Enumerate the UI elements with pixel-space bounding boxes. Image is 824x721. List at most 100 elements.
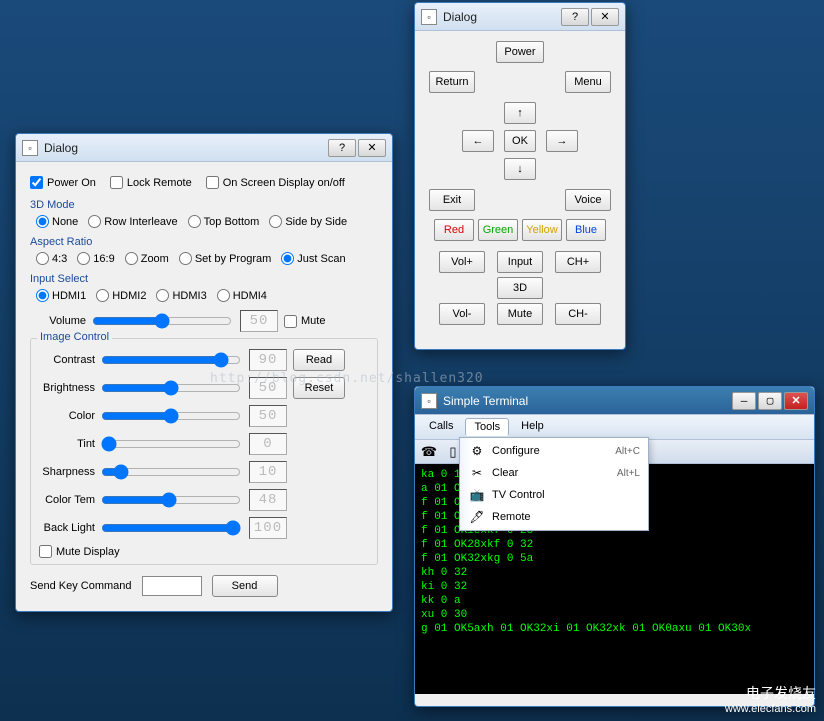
menu-tools[interactable]: Tools <box>465 418 509 436</box>
aspect-group: 4:3 16:9 Zoom Set by Program Just Scan <box>36 252 378 265</box>
broom-icon: ✂ <box>468 465 486 481</box>
simple-terminal-window: ▫ Simple Terminal — ▢ ✕ Calls Tools Help… <box>414 386 815 707</box>
input-hdmi1[interactable]: HDMI1 <box>36 289 86 302</box>
brightness-slider[interactable] <box>101 380 241 396</box>
chup-button[interactable]: CH+ <box>555 251 601 273</box>
osd-checkbox[interactable]: On Screen Display on/off <box>206 176 345 189</box>
aspect-43[interactable]: 4:3 <box>36 252 67 265</box>
lock-remote-checkbox[interactable]: Lock Remote <box>110 176 192 189</box>
up-button[interactable]: ↑ <box>504 102 536 124</box>
voice-button[interactable]: Voice <box>565 189 611 211</box>
input-group: HDMI1 HDMI2 HDMI3 HDMI4 <box>36 289 378 302</box>
mode3d-group: None Row Interleave Top Bottom Side by S… <box>36 215 378 228</box>
power-on-checkbox[interactable]: Power On <box>30 176 96 189</box>
right-button[interactable]: → <box>546 130 578 152</box>
yellow-button[interactable]: Yellow <box>522 219 562 241</box>
input-button[interactable]: Input <box>497 251 543 273</box>
menu-remote[interactable]: 🖋Remote <box>462 506 646 528</box>
remote-body: Power Return Menu ↑ ← OK → ↓ Exit Voice Re… <box>415 31 625 349</box>
aspect-justscan[interactable]: Just Scan <box>281 252 345 265</box>
mode3d-row[interactable]: Row Interleave <box>88 215 177 228</box>
red-button[interactable]: Red <box>434 219 474 241</box>
exit-button[interactable]: Exit <box>429 189 475 211</box>
help-button[interactable]: ? <box>328 139 356 157</box>
mute-button[interactable]: Mute <box>497 303 543 325</box>
3d-button[interactable]: 3D <box>497 277 543 299</box>
blue-button[interactable]: Blue <box>566 219 606 241</box>
menu-calls[interactable]: Calls <box>421 418 461 436</box>
tools-dropdown: ⚙ConfigureAlt+C ✂ClearAlt+L 📺TV Control … <box>459 437 649 531</box>
mode3d-label: 3D Mode <box>30 199 378 211</box>
input-hdmi3[interactable]: HDMI3 <box>156 289 206 302</box>
sharpness-slider[interactable] <box>101 464 241 480</box>
mode3d-topbottom[interactable]: Top Bottom <box>188 215 260 228</box>
backlight-slider[interactable] <box>101 520 241 536</box>
tint-label: Tint <box>39 438 101 450</box>
send-button[interactable]: Send <box>212 575 278 597</box>
contrast-label: Contrast <box>39 354 101 366</box>
left-button[interactable]: ← <box>462 130 494 152</box>
maximize-button[interactable]: ▢ <box>758 392 782 410</box>
colortemp-slider[interactable] <box>101 492 241 508</box>
brightness-value: 50 <box>249 377 287 399</box>
phone-icon[interactable]: ☎ <box>419 442 439 462</box>
reset-button[interactable]: Reset <box>293 377 345 399</box>
sharpness-value: 10 <box>249 461 287 483</box>
power-button[interactable]: Power <box>496 41 544 63</box>
mute-checkbox[interactable]: Mute <box>284 315 325 328</box>
window-icon: ▫ <box>22 140 38 156</box>
send-key-input[interactable] <box>142 576 202 596</box>
volume-value: 50 <box>240 310 278 332</box>
return-button[interactable]: Return <box>429 71 475 93</box>
gear-icon: ⚙ <box>468 443 486 459</box>
close-button[interactable]: ✕ <box>784 392 808 410</box>
tint-slider[interactable] <box>101 436 241 452</box>
image-control-title: Image Control <box>37 331 112 343</box>
menu-button[interactable]: Menu <box>565 71 611 93</box>
close-button[interactable]: ✕ <box>358 139 386 157</box>
menu-clear[interactable]: ✂ClearAlt+L <box>462 462 646 484</box>
voldown-button[interactable]: Vol- <box>439 303 485 325</box>
chdown-button[interactable]: CH- <box>555 303 601 325</box>
contrast-slider[interactable] <box>101 352 241 368</box>
menu-tvcontrol[interactable]: 📺TV Control <box>462 484 646 506</box>
backlight-label: Back Light <box>39 522 101 534</box>
titlebar[interactable]: ▫ Simple Terminal — ▢ ✕ <box>415 387 814 415</box>
tint-value: 0 <box>249 433 287 455</box>
minimize-button[interactable]: — <box>732 392 756 410</box>
volume-slider[interactable] <box>92 313 232 329</box>
window-title: Simple Terminal <box>443 394 732 408</box>
volup-button[interactable]: Vol+ <box>439 251 485 273</box>
menu-help[interactable]: Help <box>513 418 552 436</box>
green-button[interactable]: Green <box>478 219 518 241</box>
ok-button[interactable]: OK <box>504 130 536 152</box>
dialog-settings: ▫ Dialog ? ✕ Power On Lock Remote On Scr… <box>15 133 393 612</box>
backlight-value: 100 <box>249 517 287 539</box>
input-hdmi4[interactable]: HDMI4 <box>217 289 267 302</box>
send-key-label: Send Key Command <box>30 580 132 592</box>
help-button[interactable]: ? <box>561 8 589 26</box>
mode3d-none[interactable]: None <box>36 215 78 228</box>
tv-icon: 📺 <box>468 487 486 503</box>
color-slider[interactable] <box>101 408 241 424</box>
titlebar[interactable]: ▫ Dialog ? ✕ <box>16 134 392 162</box>
input-label: Input Select <box>30 273 378 285</box>
close-button[interactable]: ✕ <box>591 8 619 26</box>
sharpness-label: Sharpness <box>39 466 101 478</box>
mute-display-checkbox[interactable]: Mute Display <box>39 545 327 558</box>
window-title: Dialog <box>44 141 328 155</box>
down-button[interactable]: ↓ <box>504 158 536 180</box>
pen-icon: 🖋 <box>468 509 486 525</box>
input-hdmi2[interactable]: HDMI2 <box>96 289 146 302</box>
aspect-setbyprogram[interactable]: Set by Program <box>179 252 271 265</box>
colortemp-label: Color Tem <box>39 494 101 506</box>
titlebar[interactable]: ▫ Dialog ? ✕ <box>415 3 625 31</box>
contrast-value: 90 <box>249 349 287 371</box>
colortemp-value: 48 <box>249 489 287 511</box>
aspect-label: Aspect Ratio <box>30 236 378 248</box>
mode3d-sidebyside[interactable]: Side by Side <box>269 215 347 228</box>
menu-configure[interactable]: ⚙ConfigureAlt+C <box>462 440 646 462</box>
aspect-169[interactable]: 16:9 <box>77 252 114 265</box>
aspect-zoom[interactable]: Zoom <box>125 252 169 265</box>
read-button[interactable]: Read <box>293 349 345 371</box>
